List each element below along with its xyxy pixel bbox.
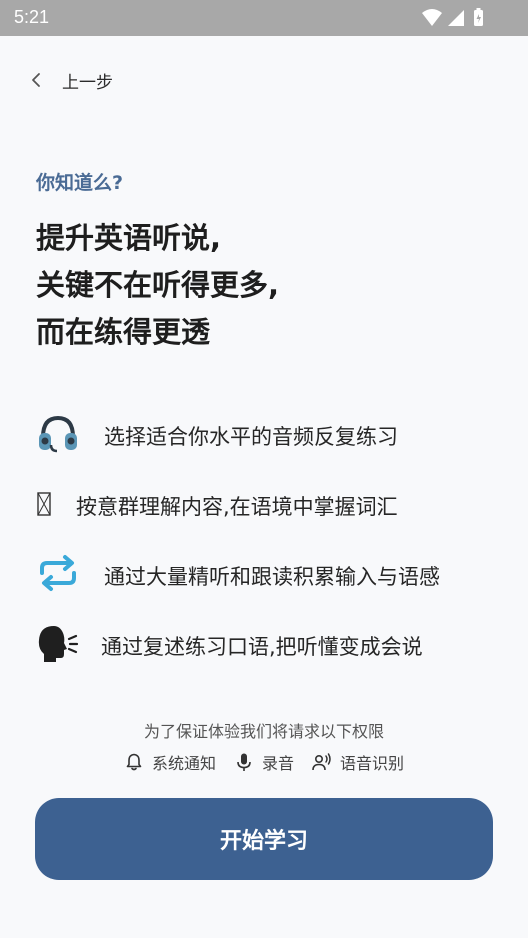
permission-list: 系统通知 录音 语音识别 bbox=[0, 750, 528, 774]
start-learning-button[interactable]: 开始学习 bbox=[35, 798, 493, 880]
permission-label: 录音 bbox=[261, 754, 294, 773]
voice-recognition-icon bbox=[312, 753, 331, 771]
microphone-icon bbox=[237, 753, 251, 771]
feature-item-audio: 选择适合你水平的音频反复练习 bbox=[36, 411, 506, 455]
speaking-head-icon bbox=[38, 626, 79, 662]
repeat-icon bbox=[40, 555, 76, 591]
headline-line-3: 而在练得更透 bbox=[36, 315, 211, 349]
bell-icon bbox=[126, 753, 142, 771]
permission-label: 语音识别 bbox=[340, 754, 405, 773]
battery-icon bbox=[474, 8, 483, 26]
permission-speech-recognition: 语音识别 bbox=[312, 750, 404, 774]
chevron-left-icon bbox=[32, 73, 40, 87]
missing-glyph-icon bbox=[37, 492, 51, 516]
headline-line-1: 提升英语听说, bbox=[36, 221, 222, 255]
permission-recording: 录音 bbox=[234, 750, 294, 774]
feature-text: 按意群理解内容,在语境中掌握词汇 bbox=[76, 495, 398, 519]
feature-text: 选择适合你水平的音频反复练习 bbox=[104, 425, 398, 449]
feature-item-speaking: 通过复述练习口语,把听懂变成会说 bbox=[36, 621, 506, 665]
permission-label: 系统通知 bbox=[151, 754, 216, 773]
wifi-icon bbox=[422, 9, 442, 26]
feature-text: 通过大量精听和跟读积累输入与语感 bbox=[104, 565, 440, 589]
feature-item-intensive-listening: 通过大量精听和跟读积累输入与语感 bbox=[36, 551, 506, 595]
status-time: 5:21 bbox=[14, 7, 50, 27]
back-label: 上一步 bbox=[62, 72, 113, 93]
feature-item-context: 按意群理解内容,在语境中掌握词汇 bbox=[36, 481, 506, 525]
signal-icon bbox=[448, 10, 464, 26]
status-icons bbox=[422, 8, 483, 26]
permission-notice: 为了保证体验我们将请求以下权限 bbox=[143, 722, 384, 741]
feature-text: 通过复述练习口语,把听懂变成会说 bbox=[101, 635, 423, 659]
headline-line-2: 关键不在听得更多, bbox=[36, 268, 280, 302]
intro-headline: 提升英语听说, 关键不在听得更多, 而在练得更透 bbox=[36, 215, 279, 356]
headphones-icon bbox=[39, 415, 77, 453]
status-bar: 5:21 bbox=[0, 0, 528, 36]
back-button[interactable]: 上一步 bbox=[28, 66, 113, 94]
permission-notification: 系统通知 bbox=[124, 750, 216, 774]
intro-kicker: 你知道么? bbox=[36, 172, 124, 194]
